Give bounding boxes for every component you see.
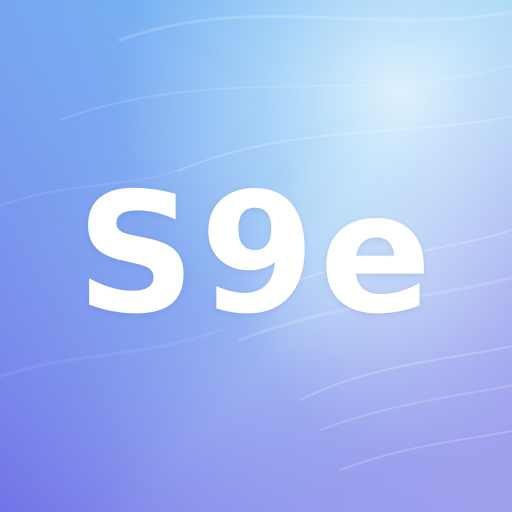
logo-text: S9e — [76, 158, 436, 351]
app-icon: S9e — [0, 0, 512, 512]
